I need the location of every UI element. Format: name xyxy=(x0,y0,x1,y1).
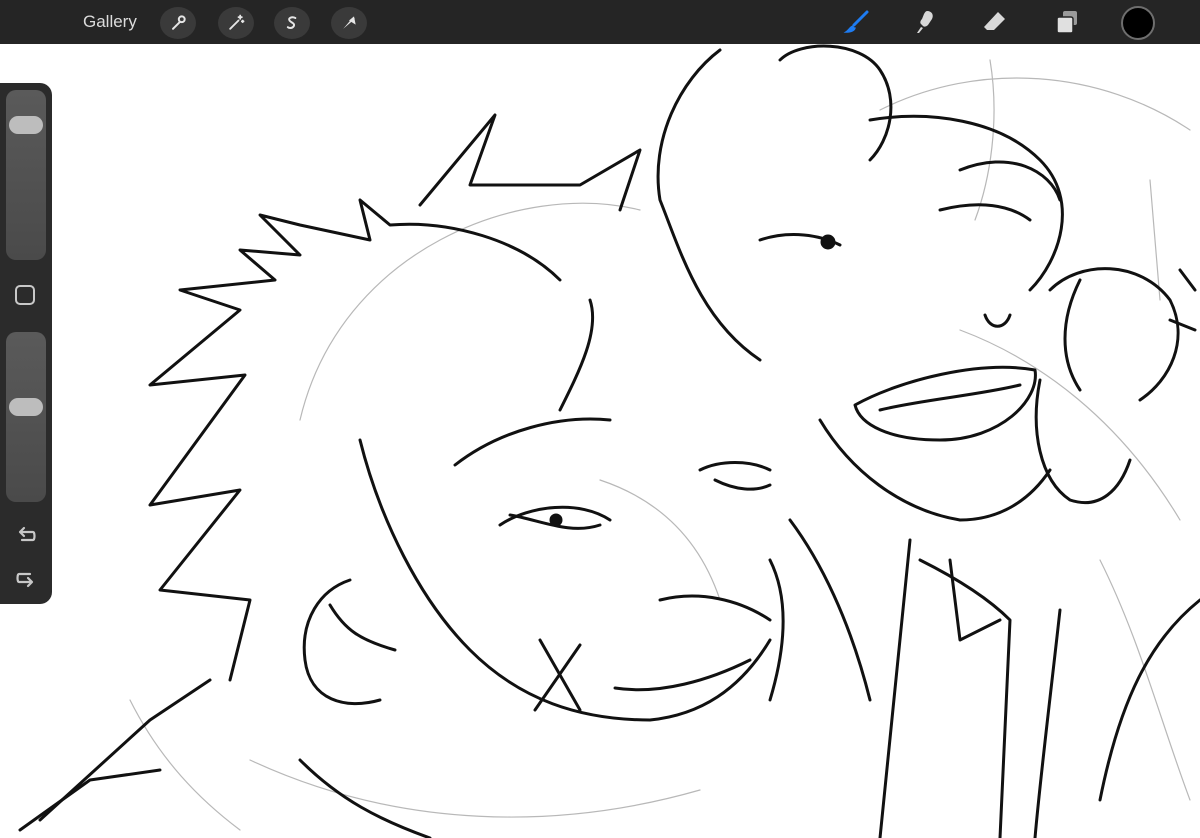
eraser-icon xyxy=(984,12,1005,30)
top-toolbar: Gallery xyxy=(0,0,1200,44)
gallery-button[interactable]: Gallery xyxy=(83,12,137,32)
transform-button[interactable] xyxy=(331,7,367,39)
undo-button[interactable] xyxy=(13,525,39,547)
redo-button[interactable] xyxy=(13,567,39,589)
drawing-canvas[interactable] xyxy=(0,44,1200,838)
wrench-icon xyxy=(172,15,186,30)
adjustments-button[interactable] xyxy=(218,7,254,39)
left-sidebar xyxy=(0,83,52,604)
opacity-thumb[interactable] xyxy=(9,397,43,416)
magic-wand-icon xyxy=(229,14,245,30)
brush-tool[interactable] xyxy=(840,6,874,38)
undo-icon xyxy=(18,526,36,542)
right-character xyxy=(656,44,1200,838)
smudge-tool[interactable] xyxy=(908,6,942,38)
transform-arrow-icon xyxy=(343,16,356,29)
selection-icon xyxy=(286,16,297,29)
smudge-icon xyxy=(917,11,933,33)
sketch-guides xyxy=(129,59,1191,831)
layers-icon xyxy=(1056,11,1077,34)
selection-button[interactable] xyxy=(274,7,310,39)
redo-icon xyxy=(16,572,34,588)
actions-button[interactable] xyxy=(160,7,196,39)
color-picker-button[interactable] xyxy=(1121,6,1155,40)
brush-size-slider[interactable] xyxy=(6,90,46,260)
opacity-slider[interactable] xyxy=(6,332,46,502)
modify-square-icon[interactable] xyxy=(15,285,35,305)
brush-icon xyxy=(843,10,869,33)
eraser-tool[interactable] xyxy=(978,6,1012,38)
brush-size-thumb[interactable] xyxy=(9,115,43,134)
layers-button[interactable] xyxy=(1050,6,1084,38)
